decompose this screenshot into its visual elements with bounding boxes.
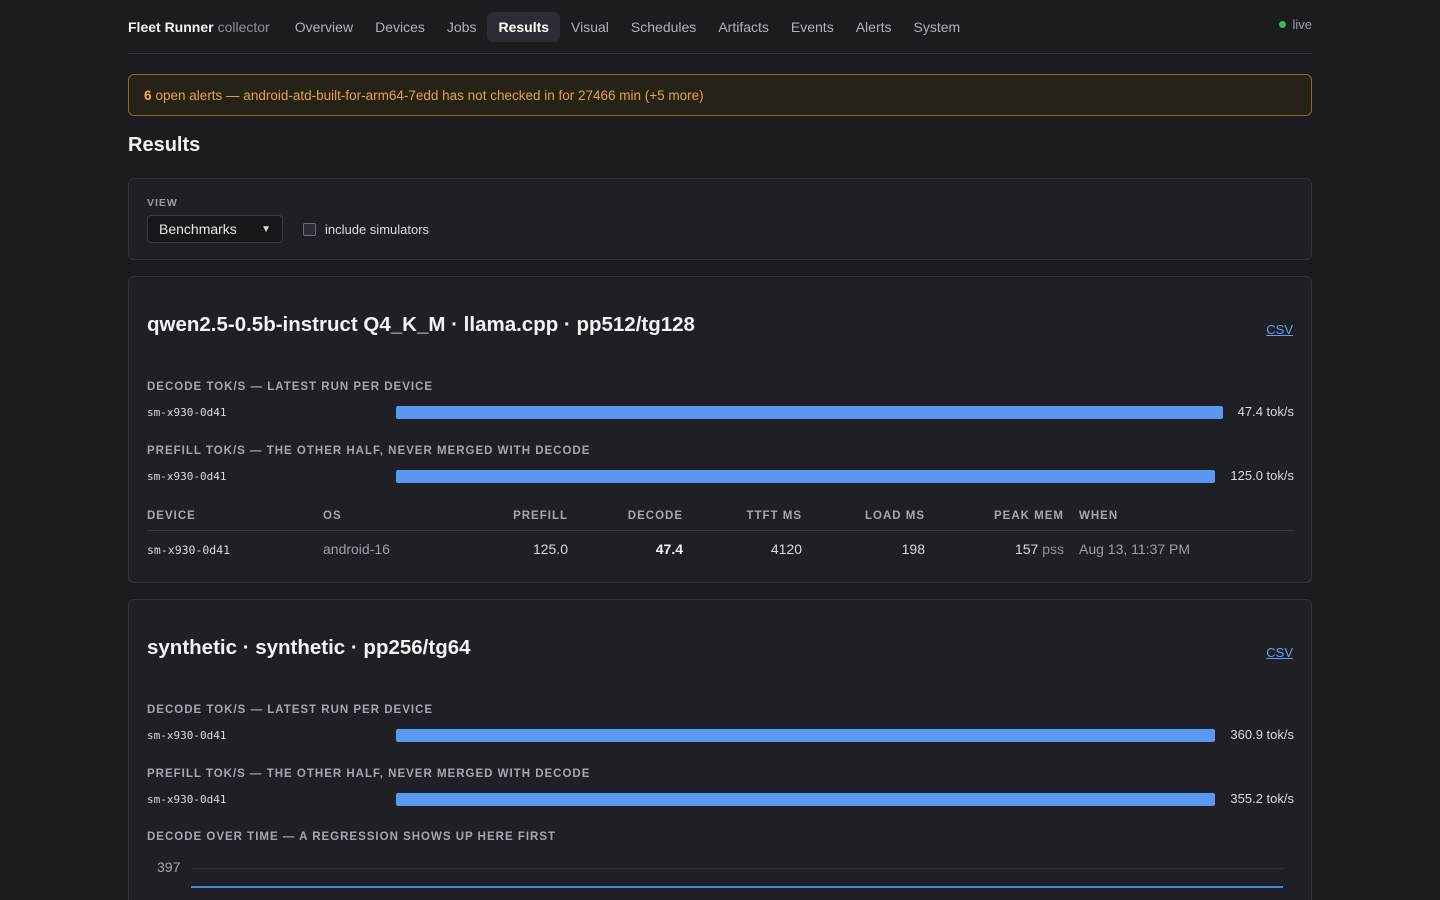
- bar-value: 125.0 tok/s: [1230, 468, 1294, 483]
- brand[interactable]: Fleet Runner collector: [128, 19, 270, 35]
- cell-ttft: 4120: [770, 541, 802, 557]
- alert-count: 6: [144, 87, 152, 103]
- brand-name: Fleet Runner: [128, 18, 214, 35]
- chart-gridline: [191, 868, 1283, 869]
- bar-device: sm-x930-0d41: [147, 406, 227, 419]
- col-os[interactable]: OS: [323, 510, 342, 522]
- include-simulators-label: include simulators: [325, 222, 430, 237]
- bar-value: 47.4 tok/s: [1237, 404, 1294, 419]
- nav-events[interactable]: Events: [780, 12, 845, 42]
- prefill-bar-row: sm-x930-0d41 355.2 tok/s: [147, 791, 1294, 809]
- csv-download-link[interactable]: CSV: [1266, 645, 1293, 660]
- over-time-section-label: DECODE OVER TIME — A REGRESSION SHOWS UP…: [147, 831, 557, 843]
- include-simulators-checkbox[interactable]: [303, 223, 316, 236]
- nav-artifacts[interactable]: Artifacts: [707, 12, 780, 42]
- view-select[interactable]: Benchmarks ▼: [147, 215, 283, 243]
- alert-banner[interactable]: 6 open alerts — android-atd-built-for-ar…: [128, 74, 1312, 116]
- cell-peak-mem: 157 pss: [1015, 541, 1064, 557]
- csv-download-link[interactable]: CSV: [1266, 322, 1293, 337]
- cell-os: android-16: [323, 541, 390, 557]
- prefill-bar: [396, 470, 1215, 483]
- cell-prefill: 125.0: [532, 541, 568, 557]
- table-row[interactable]: sm-x930-0d41 android-16 125.0 47.4 4120 …: [147, 531, 1294, 567]
- col-device[interactable]: DEVICE: [147, 510, 196, 522]
- result-card: qwen2.5-0.5b-instruct Q4_K_M · llama.cpp…: [128, 276, 1312, 583]
- include-simulators-toggle[interactable]: include simulators: [303, 222, 429, 237]
- bar-device: sm-x930-0d41: [147, 470, 227, 483]
- bar-value: 360.9 tok/s: [1230, 727, 1294, 742]
- prefill-section-label: PREFILL TOK/S — THE OTHER HALF, NEVER ME…: [147, 445, 591, 457]
- prefill-bar: [396, 793, 1215, 806]
- col-ttft[interactable]: TTFT MS: [746, 510, 802, 522]
- card-title: qwen2.5-0.5b-instruct Q4_K_M · llama.cpp…: [147, 313, 695, 336]
- nav-jobs[interactable]: Jobs: [436, 12, 488, 42]
- chart-series-line: [191, 886, 1283, 888]
- decode-section-label: DECODE TOK/S — LATEST RUN PER DEVICE: [147, 704, 434, 716]
- decode-bar: [396, 729, 1215, 742]
- col-prefill[interactable]: PREFILL: [513, 510, 568, 522]
- nav-system[interactable]: System: [903, 12, 972, 42]
- cell-when: Aug 13, 11:37 PM: [1079, 541, 1191, 557]
- nav-devices[interactable]: Devices: [364, 12, 436, 42]
- page-title: Results: [128, 134, 201, 156]
- nav-menu: Overview Devices Jobs Results Visual Sch…: [284, 11, 972, 42]
- prefill-section-label: PREFILL TOK/S — THE OTHER HALF, NEVER ME…: [147, 768, 591, 780]
- bar-device: sm-x930-0d41: [147, 793, 227, 806]
- bar-device: sm-x930-0d41: [147, 729, 227, 742]
- alert-text: open alerts — android-atd-built-for-arm6…: [155, 87, 704, 103]
- view-panel: VIEW Benchmarks ▼ include simulators: [128, 178, 1312, 260]
- cell-load: 198: [901, 541, 925, 557]
- result-card: synthetic · synthetic · pp256/tg64 CSV D…: [128, 599, 1312, 900]
- view-label: VIEW: [147, 197, 178, 209]
- peak-mem-unit: pss: [1042, 541, 1064, 557]
- live-dot-icon: [1279, 21, 1287, 28]
- cell-decode: 47.4: [655, 541, 683, 557]
- col-load[interactable]: LOAD MS: [865, 510, 925, 522]
- card-title: synthetic · synthetic · pp256/tg64: [147, 636, 471, 659]
- table-header: DEVICE OS PREFILL DECODE TTFT MS LOAD MS…: [147, 507, 1294, 531]
- chart-y-max-label: 397: [157, 859, 181, 875]
- col-when[interactable]: WHEN: [1079, 510, 1118, 522]
- nav-alerts[interactable]: Alerts: [845, 12, 903, 42]
- decode-bar-row: sm-x930-0d41 47.4 tok/s: [147, 404, 1294, 422]
- decode-section-label: DECODE TOK/S — LATEST RUN PER DEVICE: [147, 381, 434, 393]
- nav-overview[interactable]: Overview: [284, 12, 364, 42]
- decode-bar-row: sm-x930-0d41 360.9 tok/s: [147, 727, 1294, 745]
- col-peak-mem[interactable]: PEAK MEM: [994, 510, 1064, 522]
- prefill-bar-row: sm-x930-0d41 125.0 tok/s: [147, 468, 1294, 486]
- live-status: live: [1279, 17, 1312, 32]
- decode-bar: [396, 406, 1223, 419]
- chevron-down-icon: ▼: [261, 223, 271, 235]
- results-table: DEVICE OS PREFILL DECODE TTFT MS LOAD MS…: [147, 507, 1294, 567]
- nav-results[interactable]: Results: [487, 11, 561, 42]
- cell-device: sm-x930-0d41: [147, 543, 231, 557]
- col-decode[interactable]: DECODE: [628, 510, 683, 522]
- nav-visual[interactable]: Visual: [560, 12, 620, 42]
- live-label: live: [1292, 17, 1312, 32]
- brand-subtitle: collector: [217, 18, 270, 35]
- bar-value: 355.2 tok/s: [1230, 791, 1294, 806]
- view-select-value: Benchmarks: [159, 221, 237, 237]
- nav-schedules[interactable]: Schedules: [620, 12, 707, 42]
- top-nav-bar: Fleet Runner collector Overview Devices …: [128, 0, 1312, 54]
- peak-mem-value: 157: [1014, 541, 1039, 557]
